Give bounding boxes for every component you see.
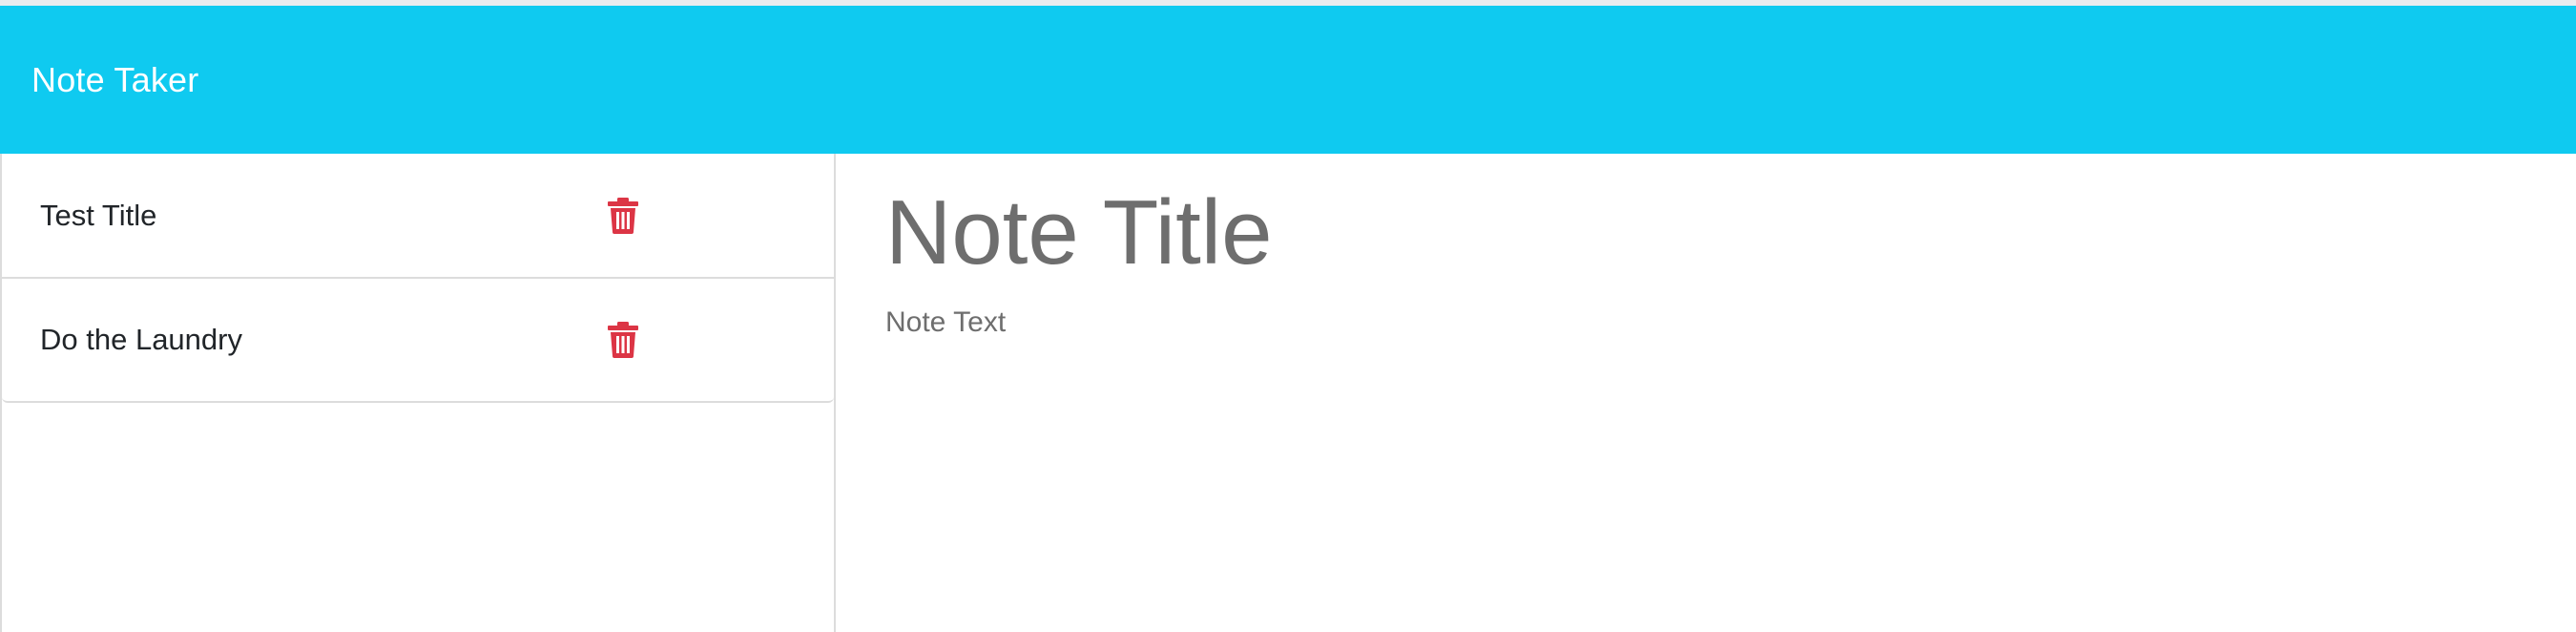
- note-list-item[interactable]: Do the Laundry: [2, 277, 834, 401]
- note-list-item[interactable]: Test Title: [2, 154, 834, 277]
- note-item-title[interactable]: Do the Laundry: [40, 323, 242, 357]
- note-list: Test Title Do the Laundry: [2, 154, 834, 403]
- trash-icon[interactable]: [608, 197, 638, 234]
- note-editor: [838, 154, 2576, 632]
- notes-sidebar: Test Title Do the Laundry: [0, 154, 836, 632]
- note-item-title[interactable]: Test Title: [40, 199, 156, 233]
- note-title-input[interactable]: [885, 173, 2507, 292]
- navbar: Note Taker: [0, 6, 2576, 154]
- trash-icon[interactable]: [608, 322, 638, 358]
- note-text-input[interactable]: [885, 306, 2507, 612]
- app-brand[interactable]: Note Taker: [31, 60, 198, 100]
